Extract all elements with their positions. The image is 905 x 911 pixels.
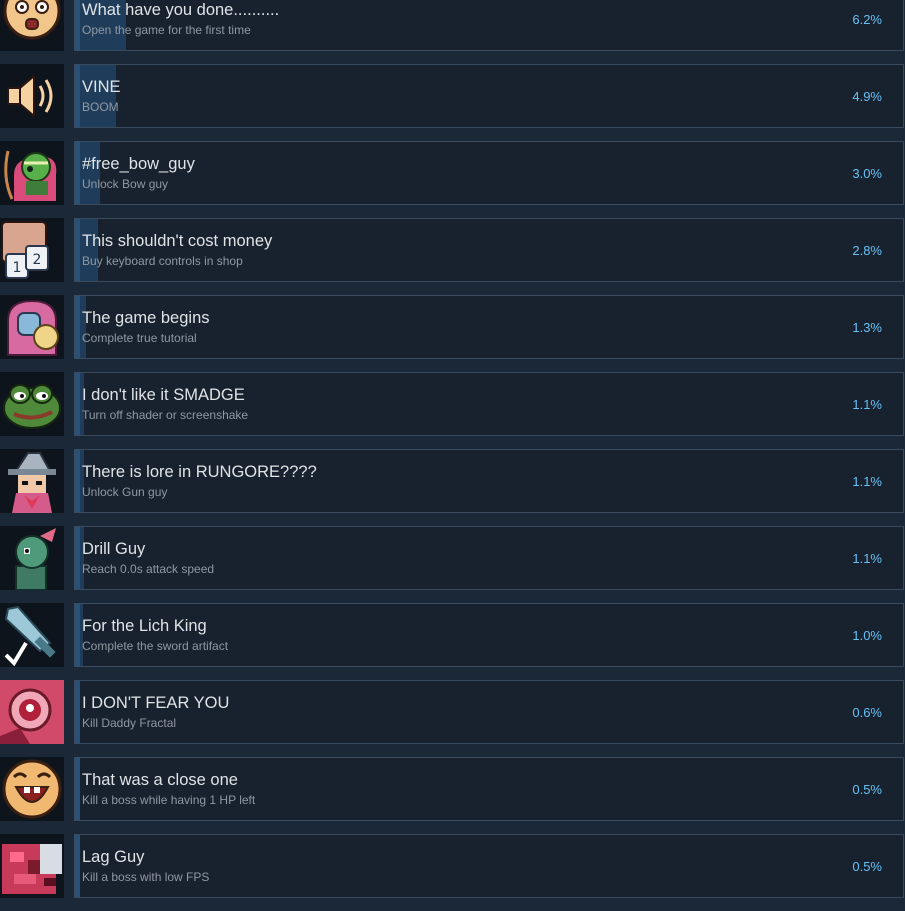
achievement-panel: For the Lich King Complete the sword arti…: [74, 603, 904, 667]
achievement-panel: #free_bow_guy Unlock Bow guy 3.0%: [74, 141, 904, 205]
achievement-description: Complete true tutorial: [82, 331, 197, 345]
achievement-description: Kill Daddy Fractal: [82, 716, 177, 730]
achievement-row[interactable]: I don't like it SMADGE Turn off shader or…: [0, 372, 905, 436]
achievement-row[interactable]: That was a close one Kill a boss while ha…: [0, 757, 905, 821]
achievement-row[interactable]: What have you done.......... Open the gam…: [0, 0, 905, 51]
achievement-panel: This shouldn't cost money Buy keyboard co…: [74, 218, 904, 282]
achievement-panel: VINE BOOM 4.9%: [74, 64, 904, 128]
achievement-panel: I DON'T FEAR YOU Kill Daddy Fractal 0.6%: [74, 680, 904, 744]
unlock-percent: 1.0%: [852, 628, 882, 643]
achievement-panel: Lag Guy Kill a boss with low FPS 0.5%: [74, 834, 904, 898]
eye-monster-icon: [0, 680, 64, 744]
svg-text:1: 1: [13, 260, 22, 276]
keyboard-keys-icon: 12: [0, 218, 64, 282]
unlock-percent: 1.1%: [852, 397, 882, 412]
achievement-title: That was a close one: [82, 771, 238, 789]
achievement-panel: There is lore in RUNGORE???? Unlock Gun g…: [74, 449, 904, 513]
achievement-row[interactable]: For the Lich King Complete the sword arti…: [0, 603, 905, 667]
achievement-description: BOOM: [82, 100, 119, 114]
gun-guy-icon: [0, 449, 64, 513]
achievement-list: What have you done.......... Open the gam…: [0, 0, 905, 911]
achievement-title: Lag Guy: [82, 848, 145, 866]
achievement-title: The game begins: [82, 309, 210, 327]
achievement-title: Drill Guy: [82, 540, 146, 558]
achievement-title: #free_bow_guy: [82, 155, 195, 173]
frog-icon: [0, 372, 64, 436]
achievement-row[interactable]: #free_bow_guy Unlock Bow guy 3.0%: [0, 141, 905, 205]
achievement-title: For the Lich King: [82, 617, 207, 635]
achievement-panel: I don't like it SMADGE Turn off shader or…: [74, 372, 904, 436]
unlock-percent: 1.1%: [852, 474, 882, 489]
unlock-percent: 6.2%: [852, 12, 882, 27]
achievement-row[interactable]: VINE BOOM 4.9%: [0, 64, 905, 128]
achievement-description: Complete the sword artifact: [82, 639, 229, 653]
achievement-description: Buy keyboard controls in shop: [82, 254, 243, 268]
surprised-face-icon: [0, 0, 64, 51]
achievement-row[interactable]: There is lore in RUNGORE???? Unlock Gun g…: [0, 449, 905, 513]
svg-text:2: 2: [33, 252, 42, 268]
achievement-title: I don't like it SMADGE: [82, 386, 245, 404]
achievement-row[interactable]: Drill Guy Reach 0.0s attack speed 1.1%: [0, 526, 905, 590]
achievement-row[interactable]: The game begins Complete true tutorial 1.3…: [0, 295, 905, 359]
achievement-description: Unlock Gun guy: [82, 485, 168, 499]
achievement-description: Kill a boss with low FPS: [82, 870, 210, 884]
achievement-description: Open the game for the first time: [82, 23, 251, 37]
bow-guy-icon: [0, 141, 64, 205]
achievement-row[interactable]: 1 2 This shouldn't cost money Buy keyboard …: [0, 218, 905, 282]
speaker-icon: [0, 64, 64, 128]
glitch-icon: [0, 834, 64, 898]
unlock-progress-bar: [75, 758, 81, 820]
unlock-percent: 1.1%: [852, 551, 882, 566]
unlock-progress-bar: [75, 681, 80, 743]
drill-guy-icon: [0, 526, 64, 590]
achievement-title: What have you done..........: [82, 1, 280, 19]
achievement-description: Turn off shader or screenshake: [82, 408, 249, 422]
laughing-face-icon: [0, 757, 64, 821]
helmet-guy-icon: [0, 295, 64, 359]
unlock-percent: 4.9%: [852, 89, 882, 104]
achievement-title: There is lore in RUNGORE????: [82, 463, 317, 481]
achievement-panel: What have you done.......... Open the gam…: [74, 0, 904, 51]
unlock-percent: 2.8%: [852, 243, 882, 258]
achievement-row[interactable]: Lag Guy Kill a boss with low FPS 0.5%: [0, 834, 905, 898]
achievement-description: Reach 0.0s attack speed: [82, 562, 215, 576]
unlock-percent: 1.3%: [852, 320, 882, 335]
achievement-title: This shouldn't cost money: [82, 232, 273, 250]
unlock-percent: 3.0%: [852, 166, 882, 181]
achievement-row[interactable]: I DON'T FEAR YOU Kill Daddy Fractal 0.6%: [0, 680, 905, 744]
unlock-progress-bar: [75, 835, 81, 897]
unlock-percent: 0.5%: [852, 782, 882, 797]
unlock-percent: 0.6%: [852, 705, 882, 720]
achievement-panel: Drill Guy Reach 0.0s attack speed 1.1%: [74, 526, 904, 590]
achievement-title: I DON'T FEAR YOU: [82, 694, 230, 712]
achievement-panel: The game begins Complete true tutorial 1.3…: [74, 295, 904, 359]
achievement-title: VINE: [82, 78, 121, 96]
achievement-panel: That was a close one Kill a boss while ha…: [74, 757, 904, 821]
achievement-description: Kill a boss while having 1 HP left: [82, 793, 256, 807]
sword-icon: [0, 603, 64, 667]
unlock-percent: 0.5%: [852, 859, 882, 874]
achievement-description: Unlock Bow guy: [82, 177, 169, 191]
